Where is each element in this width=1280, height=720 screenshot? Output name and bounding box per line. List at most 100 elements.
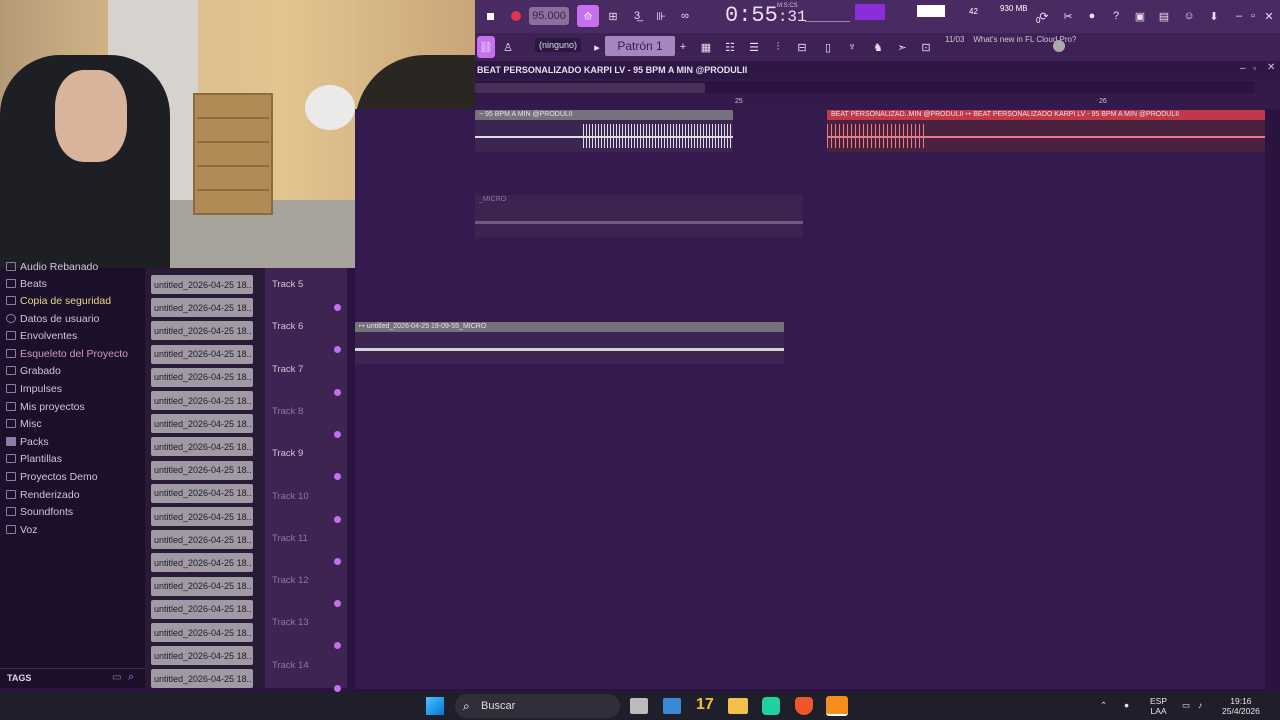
timeline-ruler[interactable]: 25 26 xyxy=(475,79,1280,109)
horizontal-scrollbar[interactable] xyxy=(475,81,1255,93)
sidebar-item-beats[interactable]: Beats xyxy=(6,275,47,292)
metronome-icon[interactable]: ⟰ xyxy=(577,5,599,27)
file-list-item[interactable]: untitled_2026-04-25 18.. xyxy=(151,507,253,526)
save-icon[interactable]: ▣ xyxy=(1131,5,1149,27)
sidebar-item-envolventes[interactable]: Envolventes xyxy=(6,327,77,344)
loop-record-icon[interactable]: ∞ xyxy=(675,5,695,27)
tempo-display[interactable]: 95.000 xyxy=(529,7,569,25)
track-label[interactable]: Track 6 xyxy=(272,321,303,332)
file-list-item[interactable]: untitled_2026-04-25 18.. xyxy=(151,344,253,364)
file-list-item[interactable]: untitled_2026-04-25 18.. xyxy=(151,530,253,550)
plugin-icon[interactable]: ♆ xyxy=(843,36,861,58)
add-pattern-icon[interactable]: + xyxy=(677,36,689,58)
link-icon[interactable]: ⛓ xyxy=(477,36,495,58)
volume-icon[interactable]: ♪ xyxy=(1198,700,1202,710)
track-label[interactable]: Track 12 xyxy=(272,575,309,586)
track-mute-led[interactable] xyxy=(334,515,341,523)
file-list-item[interactable]: untitled_2026-04-25 18.. xyxy=(151,275,253,294)
track-label[interactable]: Track 10 xyxy=(272,491,309,502)
file-list-item[interactable]: untitled_2026-04-25 18.. xyxy=(151,599,253,619)
track-mute-led[interactable] xyxy=(334,346,341,354)
sidebar-item-voz[interactable]: Voz xyxy=(6,521,38,538)
file-list-item[interactable]: untitled_2026-04-25 18.. xyxy=(151,437,253,457)
microphone-icon[interactable]: ● xyxy=(1083,5,1101,27)
track-label[interactable]: Track 5 xyxy=(272,279,303,290)
piano-roll-icon[interactable]: ☷ xyxy=(721,36,739,58)
snap-selector[interactable]: (ninguno) xyxy=(535,38,582,52)
render-icon[interactable]: ▤ xyxy=(1155,5,1173,27)
refresh-icon[interactable]: ⟳ xyxy=(1035,5,1053,27)
file-list-item[interactable]: untitled_2026-04-25 18.. xyxy=(151,321,253,341)
folder-icon[interactable]: ▭ xyxy=(112,672,121,683)
network-icon[interactable]: ▭ xyxy=(1182,700,1190,710)
countdown-icon[interactable]: 3̲ xyxy=(627,5,647,27)
chevron-up-icon[interactable]: ⌃ xyxy=(1100,700,1107,710)
sidebar-item-impulses[interactable]: Impulses xyxy=(6,380,62,397)
windows-start-icon[interactable] xyxy=(426,697,444,715)
stamp-icon[interactable]: ♙ xyxy=(499,36,517,58)
file-explorer-icon[interactable] xyxy=(728,698,748,714)
playlist-icon[interactable]: ▦ xyxy=(697,36,715,58)
file-list-item[interactable]: untitled_2026-04-25 18.. xyxy=(151,414,253,434)
sidebar-item-plantillas[interactable]: Plantillas xyxy=(6,450,62,467)
taskbar-search[interactable]: ⌕ Buscar xyxy=(455,694,620,718)
export-icon[interactable]: ➣ xyxy=(893,36,911,58)
search-icon[interactable]: ⌕ xyxy=(128,671,134,684)
sidebar-item-audio-rebanado[interactable]: Audio Rebanado xyxy=(6,258,98,275)
sidebar-item-renderizado[interactable]: Renderizado xyxy=(6,486,80,503)
audio-clip[interactable]: ~ 95 BPM A MIN @PRODULII xyxy=(475,110,733,152)
track-label[interactable]: Track 14 xyxy=(272,660,309,671)
track-label[interactable]: Track 7 xyxy=(272,364,303,375)
close-icon[interactable]: ✕ xyxy=(1263,5,1275,27)
sidebar-item-packs[interactable]: Packs xyxy=(6,433,49,450)
task-view-icon[interactable] xyxy=(630,698,648,714)
sidebar-item-esqueleto-del-proyecto[interactable]: Esqueleto del Proyecto xyxy=(6,345,128,362)
file-list-item[interactable]: untitled_2026-04-25 18.. xyxy=(151,298,253,318)
track-mute-led[interactable] xyxy=(334,557,341,565)
file-list-item[interactable]: untitled_2026-04-25 18.. xyxy=(151,623,253,642)
app-17-icon[interactable]: 17 xyxy=(696,696,714,714)
track-mute-led[interactable] xyxy=(334,388,341,396)
step-edit-icon[interactable]: ⊪ xyxy=(651,5,671,27)
help-icon[interactable]: ? xyxy=(1107,5,1125,27)
file-list-item[interactable]: untitled_2026-04-25 18.. xyxy=(151,483,253,503)
widgets-icon[interactable] xyxy=(663,698,681,714)
file-list-item[interactable]: untitled_2026-04-25 18.. xyxy=(151,391,253,410)
playlist-maximize-icon[interactable]: ▫ xyxy=(1253,63,1256,73)
sidebar-item-mis-proyectos[interactable]: Mis proyectos xyxy=(6,398,85,415)
globe-icon[interactable] xyxy=(1053,40,1065,52)
brave-icon[interactable] xyxy=(795,697,813,715)
cart-icon[interactable]: ⊡ xyxy=(919,36,933,58)
audio-clip[interactable]: ↦ untitled_2026-04-25 19-09-55_MICRO xyxy=(355,322,784,364)
audio-clip[interactable]: BEAT PERSONALIZAD..MIN @PRODULII ↦ BEAT … xyxy=(827,110,1265,152)
track-mute-led[interactable] xyxy=(334,600,341,608)
maximize-icon[interactable]: ▫ xyxy=(1247,5,1259,27)
track-mute-led[interactable] xyxy=(334,473,341,481)
channel-rack-icon[interactable]: ☰ xyxy=(745,36,763,58)
sidebar-item-proyectos-demo[interactable]: Proyectos Demo xyxy=(6,468,98,485)
playlist-minimize-icon[interactable]: – xyxy=(1240,63,1246,74)
track-mute-led[interactable] xyxy=(334,430,341,438)
sidebar-item-grabado[interactable]: Grabado xyxy=(6,362,61,379)
sidebar-item-misc[interactable]: Misc xyxy=(6,415,42,432)
sidebar-item-soundfonts[interactable]: Soundfonts xyxy=(6,503,73,520)
microphone-icon[interactable]: ● xyxy=(1124,700,1129,710)
scrollbar-thumb[interactable] xyxy=(475,83,705,93)
file-icon[interactable]: ▯ xyxy=(819,36,837,58)
file-list-item[interactable]: untitled_2026-04-25 18.. xyxy=(151,367,253,387)
cut-icon[interactable]: ✂ xyxy=(1059,5,1077,27)
track-label[interactable]: Track 9 xyxy=(272,448,303,459)
chat-icon[interactable]: ☺ xyxy=(1180,5,1198,27)
file-list-item[interactable]: untitled_2026-04-25 18.. xyxy=(151,553,253,573)
track-mute-led[interactable] xyxy=(334,642,341,650)
file-list-item[interactable]: untitled_2026-04-25 18.. xyxy=(151,460,253,480)
browser-icon[interactable]: ⊟ xyxy=(793,36,811,58)
track-mute-led[interactable] xyxy=(334,304,341,311)
file-list-item[interactable]: untitled_2026-04-25 18.. xyxy=(151,669,253,689)
mixer-icon[interactable]: ⫶ xyxy=(769,36,787,58)
track-label[interactable]: Track 13 xyxy=(272,617,309,628)
track-label[interactable]: Track 8 xyxy=(272,406,303,417)
whatsapp-icon[interactable] xyxy=(762,697,780,715)
track-label[interactable]: Track 11 xyxy=(272,533,308,544)
file-list-item[interactable]: untitled_2026-04-25 18.. xyxy=(151,646,253,666)
